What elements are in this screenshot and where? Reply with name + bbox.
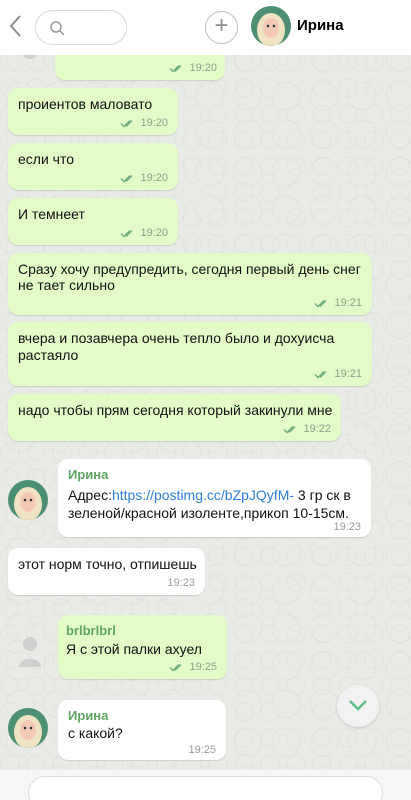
message-text-line: растаяло (18, 347, 79, 363)
message-text: проиентов маловато (18, 96, 153, 112)
message-time: 19:20 (120, 117, 168, 129)
avatar[interactable] (251, 6, 291, 46)
message-text: 3 гр ск в (294, 487, 351, 503)
chat-header: + Ирина (0, 0, 411, 55)
sender-name: Ирина (68, 467, 109, 482)
message-time: 19:22 (283, 423, 331, 435)
message-bubble[interactable]: проиентов маловато 19:20 (8, 88, 178, 135)
avatar (18, 635, 42, 667)
avatar[interactable] (8, 708, 48, 748)
scroll-down-button[interactable] (337, 685, 379, 727)
message-text: И темнеет (18, 206, 85, 222)
message-text: Я с этой палки ахуел (66, 641, 202, 657)
message-text: с какой? (68, 725, 123, 741)
message-text: этот норм точно, отпишешь (18, 556, 197, 572)
message-bubble[interactable]: brlbrlbrl Я с этой палки ахуел 19:25 (58, 615, 227, 679)
message-text: надо чтобы прям сегодня который закинули… (18, 402, 333, 418)
message-time: 19:20 (169, 62, 217, 74)
avatar[interactable] (8, 480, 48, 520)
message-time: 19:23 (333, 521, 361, 533)
message-bubble[interactable]: Сразу хочу предупредить, сегодня первый … (8, 253, 372, 315)
message-bubble[interactable]: вчера и позавчера очень тепло было и дох… (8, 322, 372, 386)
plus-icon[interactable]: + (205, 11, 238, 44)
message-text-line: зеленой/красной изоленте,прикоп 10-15см. (68, 505, 349, 521)
double-check-icon (314, 299, 327, 307)
double-check-icon (169, 64, 182, 72)
search-input[interactable] (35, 10, 127, 45)
double-check-icon (283, 425, 296, 433)
double-check-icon (120, 229, 133, 237)
search-icon (50, 21, 65, 36)
message-bubble[interactable]: этот норм точно, отпишешь 19:23 (8, 548, 205, 595)
chevron-down-icon (349, 700, 367, 711)
message-bubble[interactable]: Ирина Адрес:https://postimg.cc/bZpJQyfM-… (58, 459, 371, 537)
message-time: 19:21 (314, 368, 362, 380)
message-time: 19:23 (167, 577, 195, 589)
message-text-line: не тает сильно (18, 277, 115, 293)
sender-name: brlbrlbrl (66, 623, 116, 638)
message-bubble[interactable]: И темнеет 19:20 (8, 198, 178, 245)
message-text: если что (18, 151, 74, 167)
message-bubble[interactable]: если что 19:20 (8, 143, 178, 190)
chevron-left-icon[interactable] (8, 14, 28, 42)
double-check-icon (169, 663, 182, 671)
double-check-icon (120, 119, 133, 127)
message-time: 19:25 (169, 661, 217, 673)
message-time: 19:20 (120, 227, 168, 239)
message-link[interactable]: https://postimg.cc/bZpJQyfM- (112, 487, 294, 503)
double-check-icon (120, 174, 133, 182)
sender-name: Ирина (68, 708, 109, 723)
message-bubble[interactable]: надо чтобы прям сегодня который закинули… (8, 394, 341, 441)
message-bubble[interactable]: Ирина с какой? 19:25 (58, 700, 226, 760)
message-time: 19:21 (314, 297, 362, 309)
message-text-line: Адрес:https://postimg.cc/bZpJQyfM- 3 гр … (68, 485, 351, 505)
message-text: Адрес: (68, 487, 112, 503)
message-input[interactable] (28, 776, 383, 800)
double-check-icon (314, 370, 327, 378)
message-time: 19:20 (120, 172, 168, 184)
contact-name[interactable]: Ирина (297, 17, 344, 34)
message-composer (0, 770, 411, 800)
message-time: 19:25 (188, 744, 216, 756)
